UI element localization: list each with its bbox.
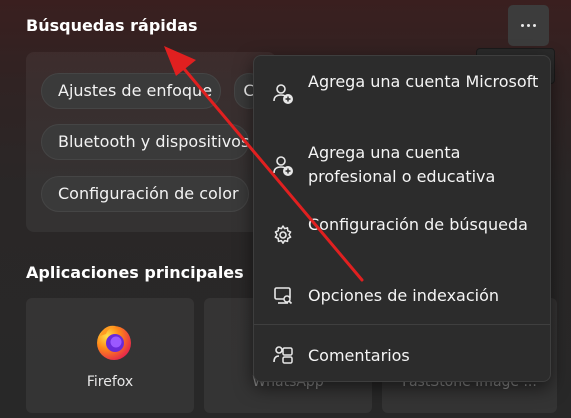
gear-icon [274,225,292,244]
app-name: Firefox [86,374,134,390]
menu-item-search-settings[interactable]: Configuración de búsqueda [254,208,550,268]
menu-separator [254,324,550,325]
more-options-button[interactable] [508,5,549,46]
menu-item-label: Configuración de búsqueda [308,215,528,234]
indexing-icon [274,287,293,305]
menu-item-label: Agrega una cuenta Microsoft [308,72,539,91]
menu-item-feedback[interactable]: Comentarios [254,336,550,376]
app-tile-firefox[interactable]: Firefox [26,298,194,413]
quick-search-chip[interactable]: Ajustes de enfoque [41,73,221,109]
quick-search-chip[interactable]: Configuración de color [41,176,249,212]
feedback-icon [273,346,293,364]
add-work-account-icon [273,156,293,176]
add-account-icon [273,84,293,104]
menu-item-add-microsoft-account[interactable]: Agrega una cuenta Microsoft [254,64,550,124]
top-apps-title: Aplicaciones principales [26,263,244,282]
quick-search-chip[interactable]: Bluetooth y dispositivos [41,124,249,160]
menu-item-label: Comentarios [308,346,410,365]
more-icon [521,24,524,27]
quick-searches-title: Búsquedas rápidas [26,16,198,35]
menu-item-add-work-account[interactable]: Agrega una cuenta profesional o educativ… [254,136,550,196]
menu-item-label: Agrega una cuenta profesional o educativ… [308,143,496,186]
options-menu: Agrega una cuenta Microsoft Agrega una c… [253,55,551,382]
menu-item-label: Opciones de indexación [308,286,500,305]
menu-item-indexing-options[interactable]: Opciones de indexación [254,276,550,316]
firefox-icon [97,325,131,360]
